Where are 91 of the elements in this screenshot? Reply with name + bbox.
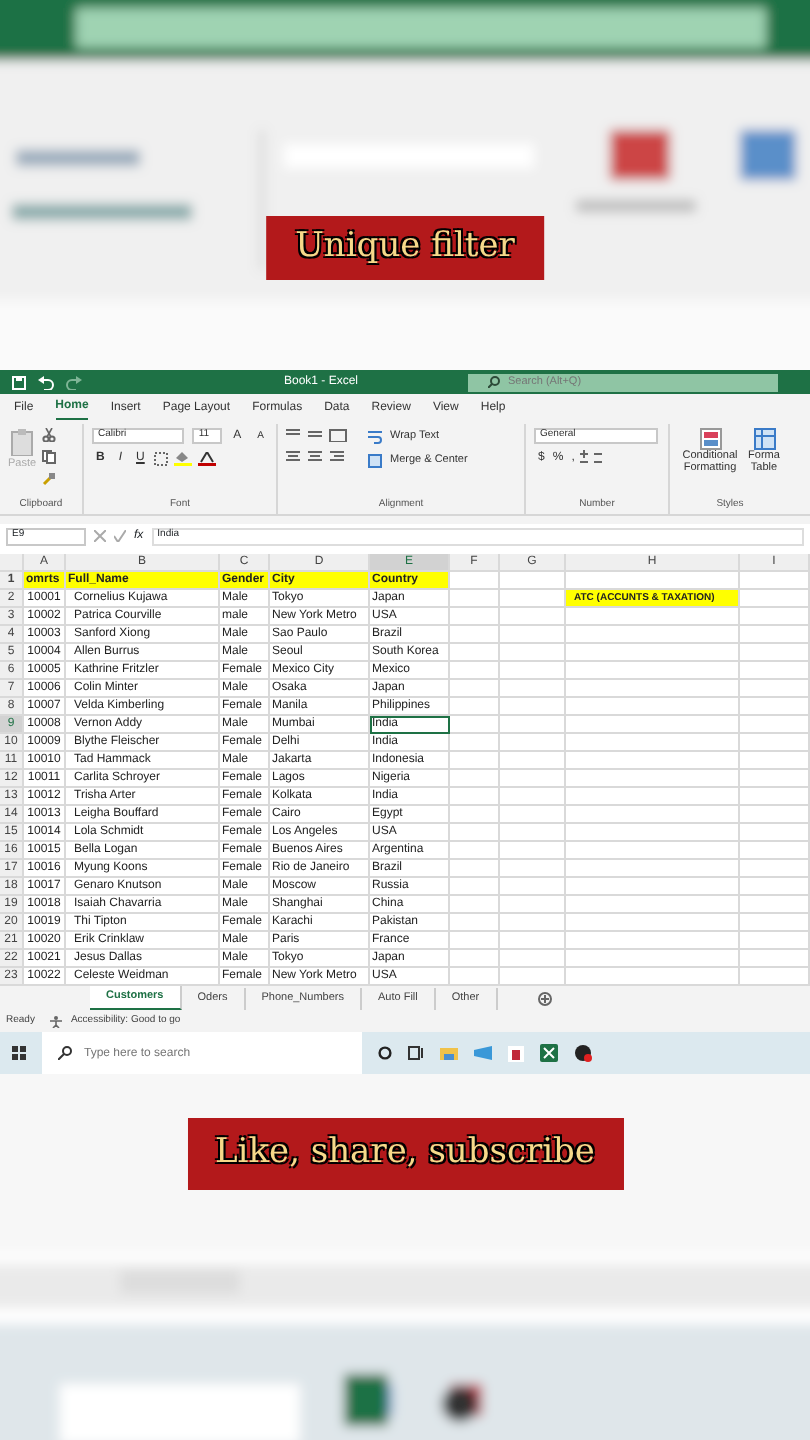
windows-icon[interactable]	[12, 1046, 26, 1060]
empty-cell	[500, 914, 566, 932]
empty-cell	[500, 770, 566, 788]
empty-cell	[500, 734, 566, 752]
empty-cell	[500, 788, 566, 806]
copy-icon[interactable]	[42, 450, 57, 464]
empty-cell	[740, 860, 810, 878]
empty-cell	[450, 878, 500, 896]
empty-cell	[450, 698, 500, 716]
empty-cell	[740, 680, 810, 698]
empty-cell	[740, 788, 810, 806]
wrap-text-icon[interactable]	[368, 429, 382, 444]
empty-cell	[740, 698, 810, 716]
table-icon[interactable]	[699, 428, 721, 450]
empty-cell	[740, 644, 810, 662]
empty-cell	[450, 662, 500, 680]
empty-cell	[740, 878, 810, 896]
scissors-icon[interactable]	[42, 428, 57, 442]
decimal-icon[interactable]	[578, 450, 607, 464]
empty-cell	[450, 734, 500, 752]
empty-cell	[450, 644, 500, 662]
empty-cell	[450, 608, 500, 626]
empty-cell	[740, 914, 810, 932]
app-icon[interactable]	[474, 1046, 492, 1060]
empty-cell	[450, 626, 500, 644]
brush-icon[interactable]	[42, 472, 57, 486]
empty-cell	[500, 698, 566, 716]
accessibility-icon	[50, 1015, 63, 1027]
check-icon[interactable]	[114, 530, 126, 542]
empty-cell	[740, 842, 810, 860]
avatar-icon[interactable]	[574, 1044, 592, 1062]
empty-cell	[450, 770, 500, 788]
empty-cell	[740, 662, 810, 680]
empty-cell	[500, 680, 566, 698]
font-color-icon[interactable]	[198, 451, 217, 465]
caption: Unique filter	[265, 216, 545, 279]
empty-cell	[500, 806, 566, 824]
empty-cell	[450, 590, 500, 608]
empty-cell	[450, 824, 500, 842]
empty-cell	[500, 626, 566, 644]
empty-cell	[740, 572, 810, 590]
empty-cell	[500, 896, 566, 914]
empty-cell	[500, 824, 566, 842]
empty-cell	[740, 752, 810, 770]
empty-cell	[500, 878, 566, 896]
empty-cell	[740, 950, 810, 968]
empty-cell	[500, 752, 566, 770]
empty-cell	[740, 806, 810, 824]
undo-icon[interactable]	[38, 375, 54, 389]
empty-cell	[500, 950, 566, 968]
empty-cell	[500, 662, 566, 680]
empty-cell	[450, 716, 500, 734]
merge-icon[interactable]	[368, 453, 382, 468]
empty-cell	[450, 896, 500, 914]
empty-cell	[740, 626, 810, 644]
add-sheet-icon[interactable]	[537, 991, 552, 1005]
search-icon	[58, 1046, 72, 1060]
excel-icon[interactable]	[540, 1044, 558, 1062]
circle-icon[interactable]	[378, 1046, 392, 1060]
empty-cell	[450, 680, 500, 698]
empty-cell	[450, 806, 500, 824]
redo-icon[interactable]	[66, 375, 82, 389]
empty-cell	[500, 572, 566, 590]
save-icon[interactable]	[12, 375, 26, 389]
empty-cell	[500, 860, 566, 878]
empty-cell	[450, 950, 500, 968]
search-icon	[488, 376, 500, 388]
empty-cell	[500, 608, 566, 626]
table-icon[interactable]	[753, 428, 775, 450]
empty-cell	[740, 608, 810, 626]
empty-cell	[740, 734, 810, 752]
caption: Like, share, subscribe	[187, 1118, 623, 1189]
empty-cell	[740, 824, 810, 842]
empty-cell	[450, 914, 500, 932]
folder-icon[interactable]	[440, 1046, 458, 1060]
empty-cell	[450, 932, 500, 950]
empty-cell	[450, 752, 500, 770]
empty-cell	[500, 842, 566, 860]
empty-cell	[740, 716, 810, 734]
border-icon[interactable]	[154, 451, 169, 465]
empty-cell	[740, 932, 810, 950]
empty-cell	[500, 644, 566, 662]
empty-cell	[450, 842, 500, 860]
empty-cell	[450, 788, 500, 806]
empty-cell	[500, 716, 566, 734]
empty-cell	[500, 932, 566, 950]
task-view-icon[interactable]	[408, 1046, 424, 1060]
empty-cell	[740, 770, 810, 788]
empty-cell	[740, 896, 810, 914]
empty-cell	[450, 860, 500, 878]
fill-color-icon[interactable]	[174, 451, 193, 465]
